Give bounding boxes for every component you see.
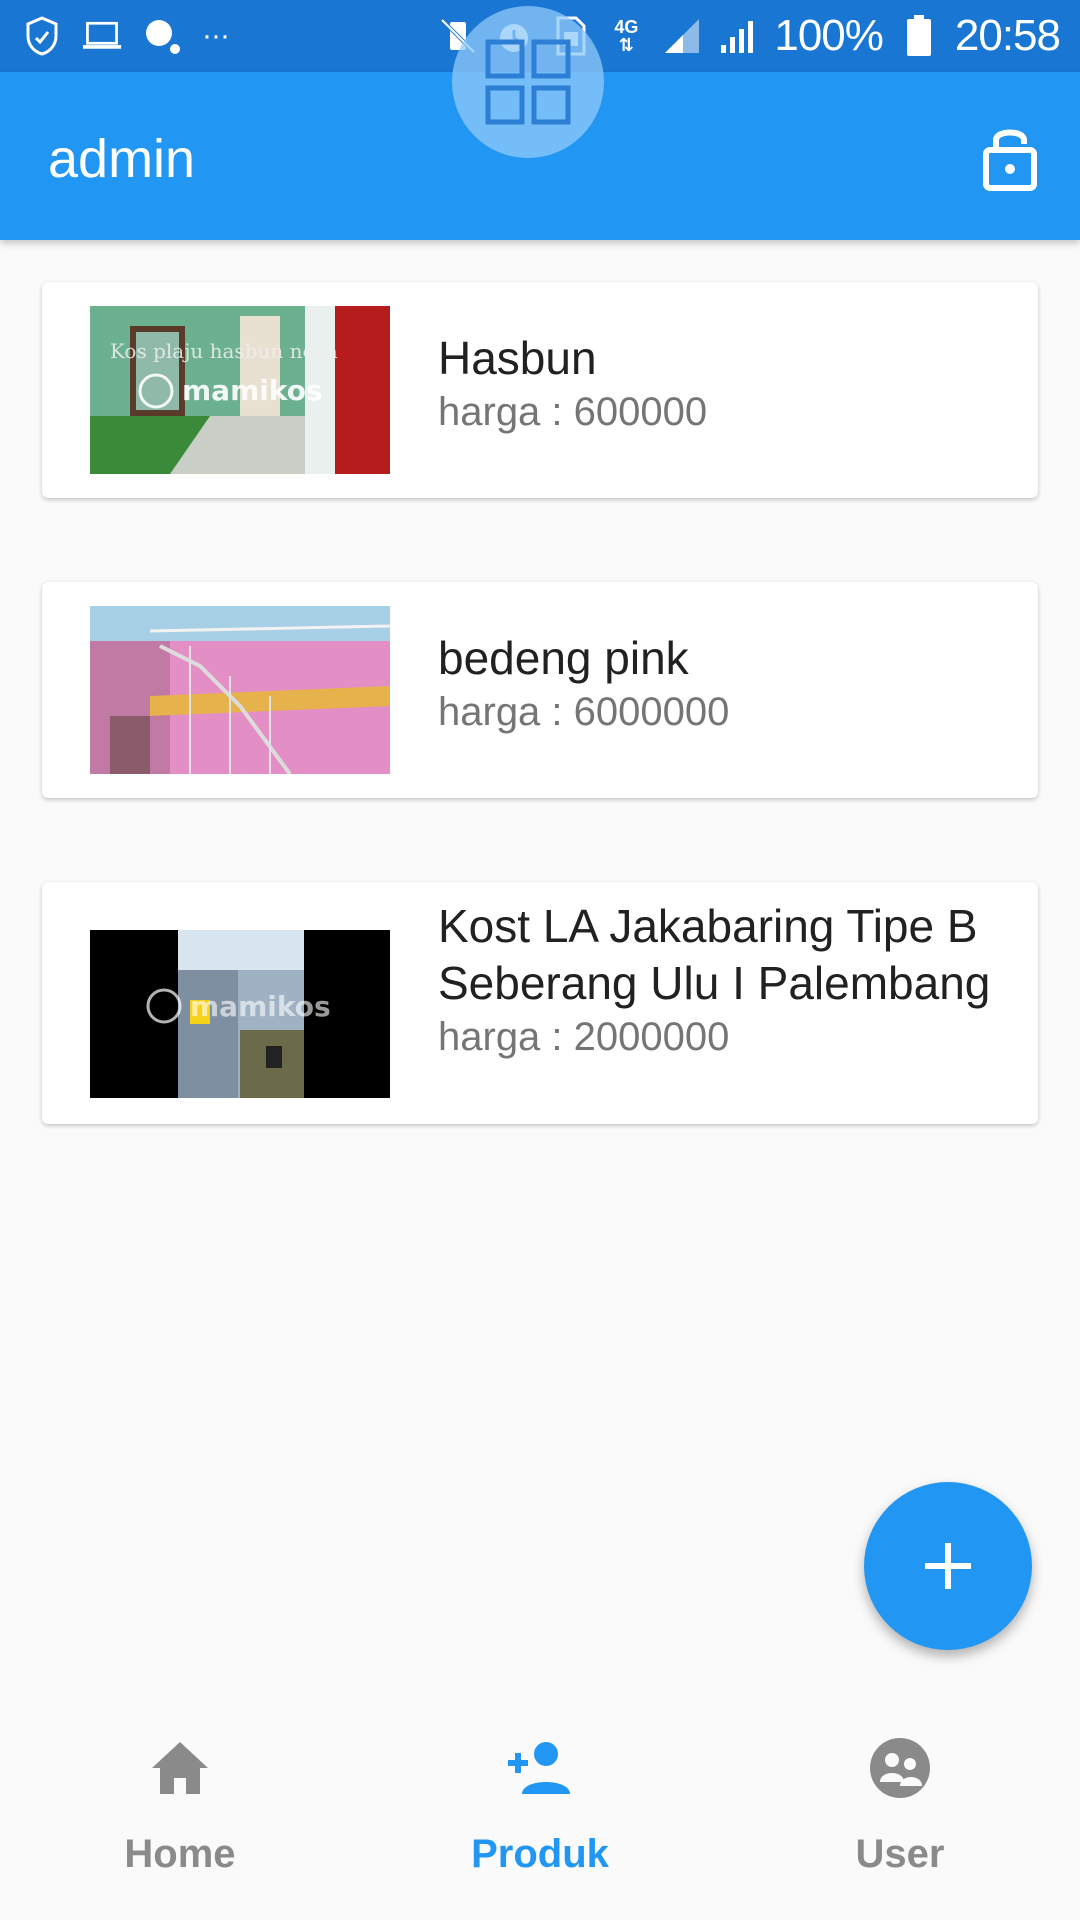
listing-price: harga : 6000000	[438, 690, 730, 734]
nav-item-produk[interactable]: Produk	[360, 1700, 720, 1920]
listing-name: Kost LA Jakabaring Tipe B Seberang Ulu I…	[438, 900, 991, 1009]
laptop-icon	[82, 16, 122, 56]
signal-icon-1	[662, 16, 702, 56]
listing-name: bedeng pink	[438, 632, 689, 684]
page-title: admin	[48, 129, 196, 189]
grid-icon	[485, 39, 571, 125]
watermark: mamikos	[190, 990, 331, 1023]
listing-thumbnail	[90, 606, 390, 774]
logout-button[interactable]	[980, 122, 1040, 192]
battery-percent: 100%	[774, 11, 884, 60]
plus-icon	[925, 1543, 971, 1589]
listing-card[interactable]: mamikos Kost LA Jakabaring Tipe B Sebera…	[42, 882, 1038, 1124]
listing-thumbnail: Kos plaju hasbun nova mamikos	[90, 306, 390, 474]
person-add-icon	[508, 1742, 570, 1794]
image-caption: Kos plaju hasbun nova	[110, 339, 338, 363]
listing-name: Hasbun	[438, 332, 597, 384]
nav-item-user[interactable]: User	[720, 1700, 1080, 1920]
signal-icon-2	[718, 16, 758, 56]
group-icon	[870, 1738, 930, 1798]
home-icon	[152, 1742, 208, 1794]
battery-icon	[899, 15, 939, 56]
listing-price: harga : 2000000	[438, 1015, 730, 1059]
watermark: mamikos	[182, 374, 323, 407]
nav-label: Produk	[471, 1832, 609, 1876]
nav-label: Home	[124, 1832, 236, 1876]
nav-item-home[interactable]: Home	[0, 1700, 360, 1920]
nav-label: User	[855, 1832, 945, 1876]
listing-thumbnail: mamikos	[90, 930, 390, 1098]
search-bubble-icon	[142, 16, 182, 56]
listing-price: harga : 600000	[438, 390, 708, 434]
lock-open-icon	[983, 129, 1037, 191]
bottom-navigation: Home Produk User	[0, 1700, 1080, 1920]
listing-card[interactable]: Kos plaju hasbun nova mamikos Hasbun har…	[42, 282, 1038, 498]
more-notifications: ···	[202, 19, 230, 52]
listing-card[interactable]: bedeng pink harga : 6000000	[42, 582, 1038, 798]
assistive-menu-button[interactable]	[452, 6, 604, 158]
network-type-icon: 4G ⇅	[614, 17, 639, 55]
hand-shield-icon	[22, 16, 62, 56]
clock: 20:58	[954, 11, 1061, 60]
add-listing-button[interactable]	[864, 1482, 1032, 1650]
